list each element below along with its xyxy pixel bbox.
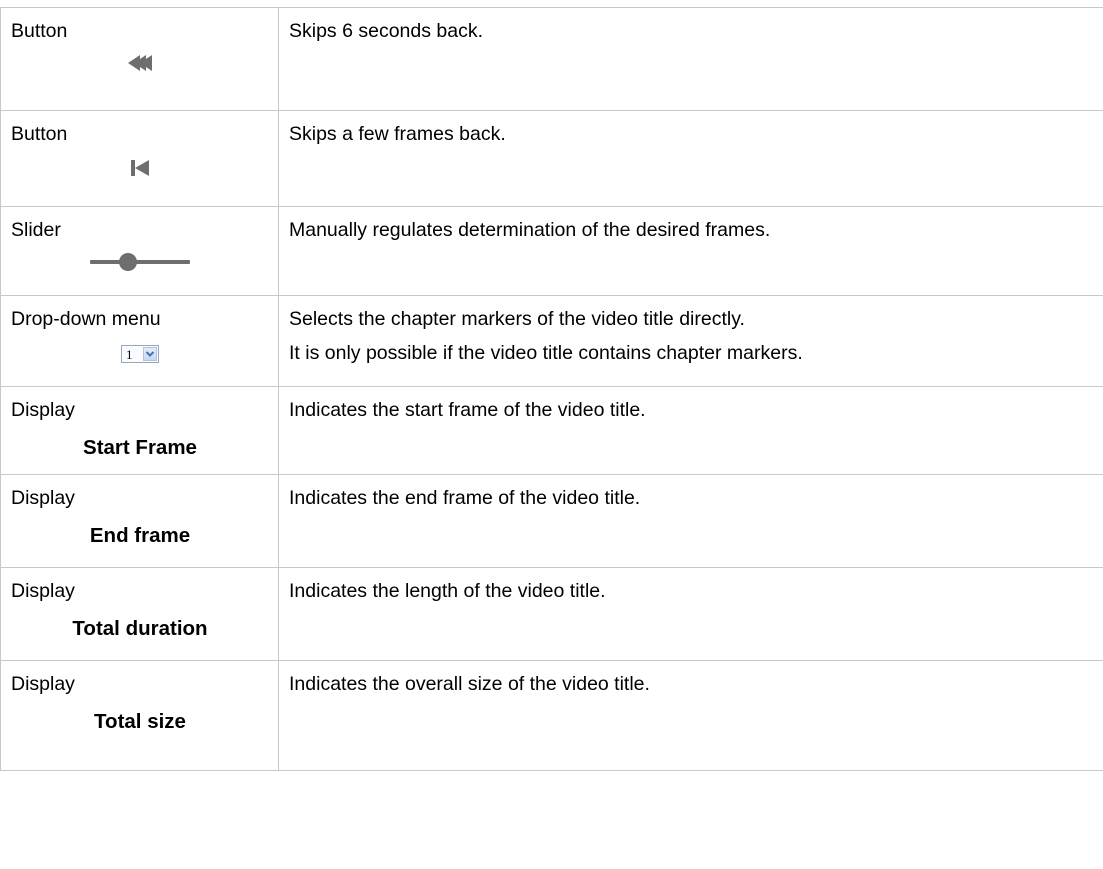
description-text: Indicates the start frame of the video t… [289,399,646,421]
control-type-label: Display [11,399,75,421]
table-row: Display Start Frame Indicates the start … [0,386,1103,475]
table-row: Button Skips a few frames back. [0,110,1103,207]
table-row: Display End frame Indicates the end fram… [0,474,1103,568]
description-cell: Skips 6 seconds back. [278,7,1103,111]
description-cell: Indicates the overall size of the video … [278,660,1103,771]
frame-slider[interactable] [1,252,279,272]
display-field-name: Total size [94,710,186,733]
chapter-dropdown[interactable]: 1 [121,345,159,363]
description-cell: Selects the chapter markers of the video… [278,295,1103,387]
display-field-name: Total duration [72,617,208,640]
description-text: Indicates the overall size of the video … [289,673,650,695]
label-cell: Button [0,7,279,111]
label-cell: Display Total size [0,660,279,771]
label-cell: Button [0,110,279,207]
control-type-label: Display [11,487,75,509]
control-type-label: Drop-down menu [11,308,161,330]
control-type-label: Display [11,673,75,695]
description-text: It is only possible if the video title c… [289,342,803,364]
table-row: Display Total duration Indicates the len… [0,567,1103,661]
table-row: Button Skips 6 seconds back. [0,7,1103,111]
control-type-label: Button [11,123,68,145]
chevron-down-icon[interactable] [143,347,157,361]
skip-back-frames-button[interactable] [1,160,279,176]
label-cell: Display Total duration [0,567,279,661]
description-text: Indicates the length of the video title. [289,580,606,602]
control-type-label: Slider [11,219,61,241]
dropdown-value: 1 [126,347,133,362]
rewind-button[interactable] [1,55,279,71]
label-cell: Display Start Frame [0,386,279,475]
description-text: Skips a few frames back. [289,123,506,145]
description-cell: Manually regulates determination of the … [278,206,1103,296]
description-text: Indicates the end frame of the video tit… [289,487,641,509]
description-text: Skips 6 seconds back. [289,20,484,42]
label-cell: Slider [0,206,279,296]
description-cell: Indicates the length of the video title. [278,567,1103,661]
control-type-label: Display [11,580,75,602]
rewind-double-arrow-icon [128,55,152,71]
display-field-name: Start Frame [83,436,197,459]
table-row: Drop-down menu 1 Selects the chapter mar… [0,295,1103,387]
skip-back-frame-icon [131,160,149,176]
description-cell: Indicates the start frame of the video t… [278,386,1103,475]
description-cell: Skips a few frames back. [278,110,1103,207]
table-row: Slider Manually regulates determination … [0,206,1103,296]
display-field-name: End frame [89,524,191,547]
controls-reference-table: Button Skips 6 seconds back. Button Skip… [0,7,1103,771]
slider-icon [90,253,190,271]
description-cell: Indicates the end frame of the video tit… [278,474,1103,568]
control-type-label: Button [11,20,68,42]
label-cell: Display End frame [0,474,279,568]
description-text: Manually regulates determination of the … [289,219,771,241]
label-cell: Drop-down menu 1 [0,295,279,387]
description-text: Selects the chapter markers of the video… [289,308,745,330]
table-row: Display Total size Indicates the overall… [0,660,1103,771]
